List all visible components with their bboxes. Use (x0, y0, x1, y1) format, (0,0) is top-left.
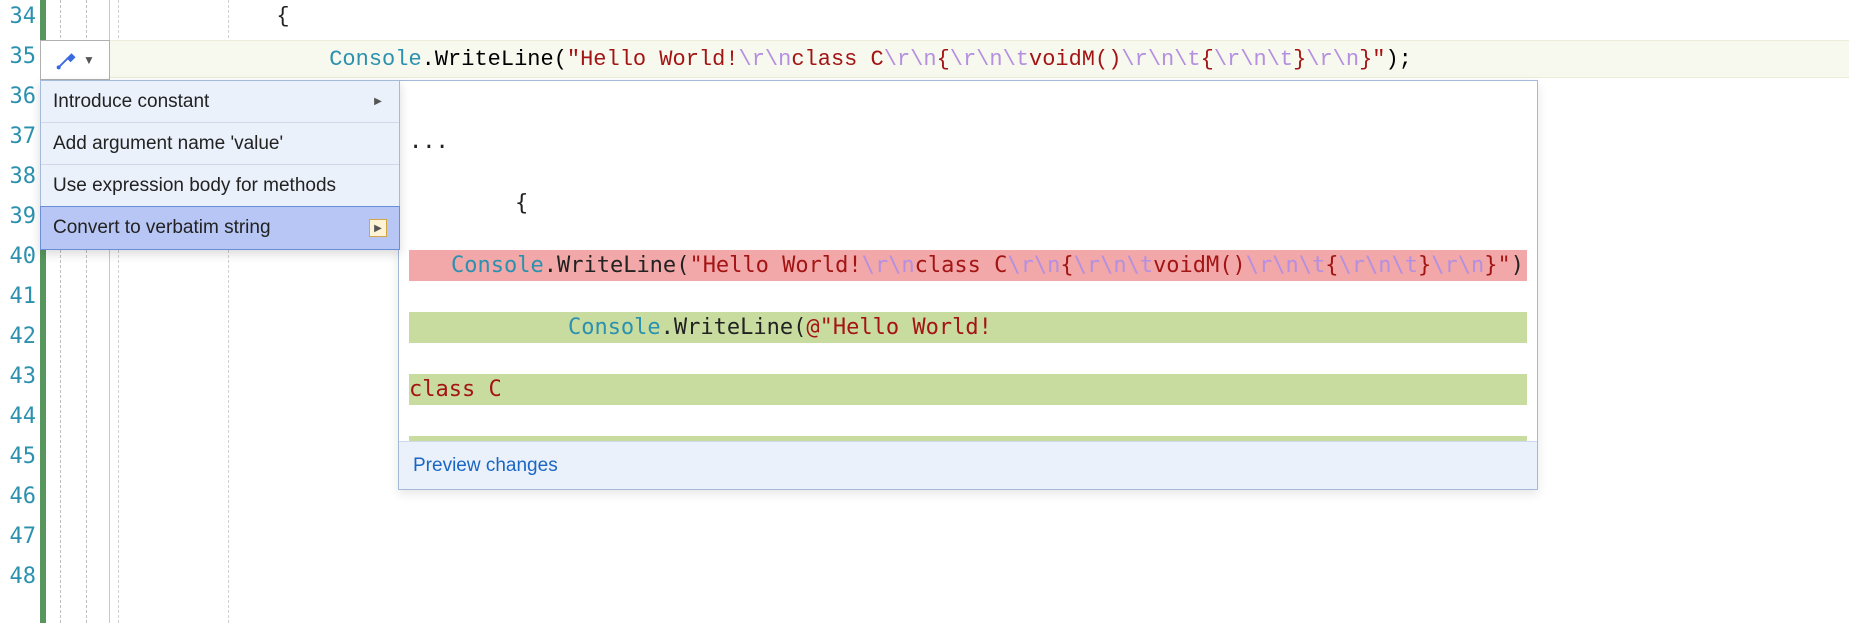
token-escape: \r\n (884, 47, 937, 72)
quick-actions-menu: Introduce constant Add argument name 'va… (40, 80, 400, 250)
token-string: Hello World! (580, 47, 738, 72)
line-number: 41 (0, 284, 40, 309)
token-escape: \r\n (1007, 253, 1060, 278)
token-paren: ( (676, 253, 689, 278)
preview-body: ... { Console.WriteLine("Hello World!\r\… (399, 81, 1537, 441)
token-paren: ( (793, 315, 806, 340)
token-paren: ( (554, 47, 567, 72)
token-dot: . (544, 253, 557, 278)
token-string: { (1325, 253, 1338, 278)
line-number: 42 (0, 324, 40, 349)
token-escape: \r\n (1431, 253, 1484, 278)
preview-changes-link[interactable]: Preview changes (413, 455, 558, 477)
token-escape: \r\n\t (1339, 253, 1418, 278)
token-paren: ); (1385, 47, 1411, 72)
token-quote: " (1497, 253, 1510, 278)
token-escape: \r\n\t (1074, 253, 1153, 278)
qa-item-label: Use expression body for methods (53, 175, 336, 197)
diff-added-line: class C (409, 374, 1527, 405)
token-string: } (1418, 253, 1431, 278)
token-string: class C (791, 47, 883, 72)
line-number: 46 (0, 484, 40, 509)
diff-added-line: Console.WriteLine(@"Hello World! (409, 312, 1527, 343)
gutter: 34 35 36 37 38 39 40 41 42 43 44 45 46 4… (0, 0, 40, 623)
token-string: { (1201, 47, 1214, 72)
token-string: { (937, 47, 950, 72)
qa-item-add-argument-name[interactable]: Add argument name 'value' (41, 123, 399, 165)
token-string: } (1484, 253, 1497, 278)
line-number: 47 (0, 524, 40, 549)
qa-item-convert-verbatim[interactable]: Convert to verbatim string (41, 207, 399, 249)
qa-item-use-expression-body[interactable]: Use expression body for methods (41, 165, 399, 207)
token-string: { (1060, 253, 1073, 278)
indent (118, 47, 329, 72)
chevron-right-icon (369, 219, 387, 237)
preview-footer: Preview changes (399, 441, 1537, 489)
chevron-right-icon (369, 93, 387, 111)
token-string: voidM() (1029, 47, 1121, 72)
screwdriver-icon (55, 49, 77, 71)
qa-item-label: Add argument name 'value' (53, 133, 283, 155)
code-line-active[interactable]: Console.WriteLine("Hello World!\r\nclass… (110, 40, 1849, 78)
line-number: 45 (0, 444, 40, 469)
qa-item-introduce-constant[interactable]: Introduce constant (41, 81, 399, 123)
token-escape: \r\n\t (1214, 47, 1293, 72)
token-dot: . (422, 47, 435, 72)
line-number: 40 (0, 244, 40, 269)
preview-panel: ... { Console.WriteLine("Hello World!\r\… (398, 80, 1538, 490)
token-escape: \r\n (1306, 47, 1359, 72)
token-escape: \r\n\t (1121, 47, 1200, 72)
line-number: 36 (0, 84, 40, 109)
token-string: voidM() (1153, 253, 1246, 278)
token-quote: " (567, 47, 580, 72)
token-string: } (1293, 47, 1306, 72)
token-escape: \r\n\t (1246, 253, 1325, 278)
token-string: Hello World! (833, 315, 992, 340)
token-escape: \r\n\t (950, 47, 1029, 72)
preview-ellipsis: ... (409, 126, 1527, 157)
line-number: 44 (0, 404, 40, 429)
token-type: Console (568, 315, 661, 340)
code-editor[interactable]: 34 35 36 37 38 39 40 41 42 43 44 45 46 4… (0, 0, 1849, 623)
line-number: 38 (0, 164, 40, 189)
line-number: 43 (0, 364, 40, 389)
qa-item-label: Introduce constant (53, 91, 209, 113)
token-method: WriteLine (557, 253, 676, 278)
token-verbatim: @" (806, 315, 833, 340)
qa-item-label: Convert to verbatim string (53, 217, 271, 239)
token-method: WriteLine (674, 315, 793, 340)
line-number: 35 (0, 44, 40, 69)
line-number: 34 (0, 4, 40, 29)
token-paren: ) (1511, 253, 1524, 278)
token-escape: \r\n (862, 253, 915, 278)
preview-line: { (409, 188, 1527, 219)
diff-removed-line: Console.WriteLine("Hello World!\r\nclass… (409, 250, 1527, 281)
diff-added-line: { (409, 436, 1527, 441)
line-number: 37 (0, 124, 40, 149)
token-string: } (1359, 47, 1372, 72)
token-string: class C (915, 253, 1008, 278)
token-dot: . (661, 315, 674, 340)
token-string: Hello World! (703, 253, 862, 278)
token-escape: \r\n (739, 47, 792, 72)
code-line[interactable]: { (110, 4, 1849, 29)
chevron-down-icon: ▼ (83, 53, 95, 67)
line-number: 48 (0, 564, 40, 589)
token-type: Console (451, 253, 544, 278)
quick-actions-button[interactable]: ▼ (40, 40, 110, 80)
indent (409, 315, 568, 340)
token-method: WriteLine (435, 47, 554, 72)
line-number: 39 (0, 204, 40, 229)
token-quote: " (689, 253, 702, 278)
token-type: Console (329, 47, 421, 72)
token-quote: " (1372, 47, 1385, 72)
